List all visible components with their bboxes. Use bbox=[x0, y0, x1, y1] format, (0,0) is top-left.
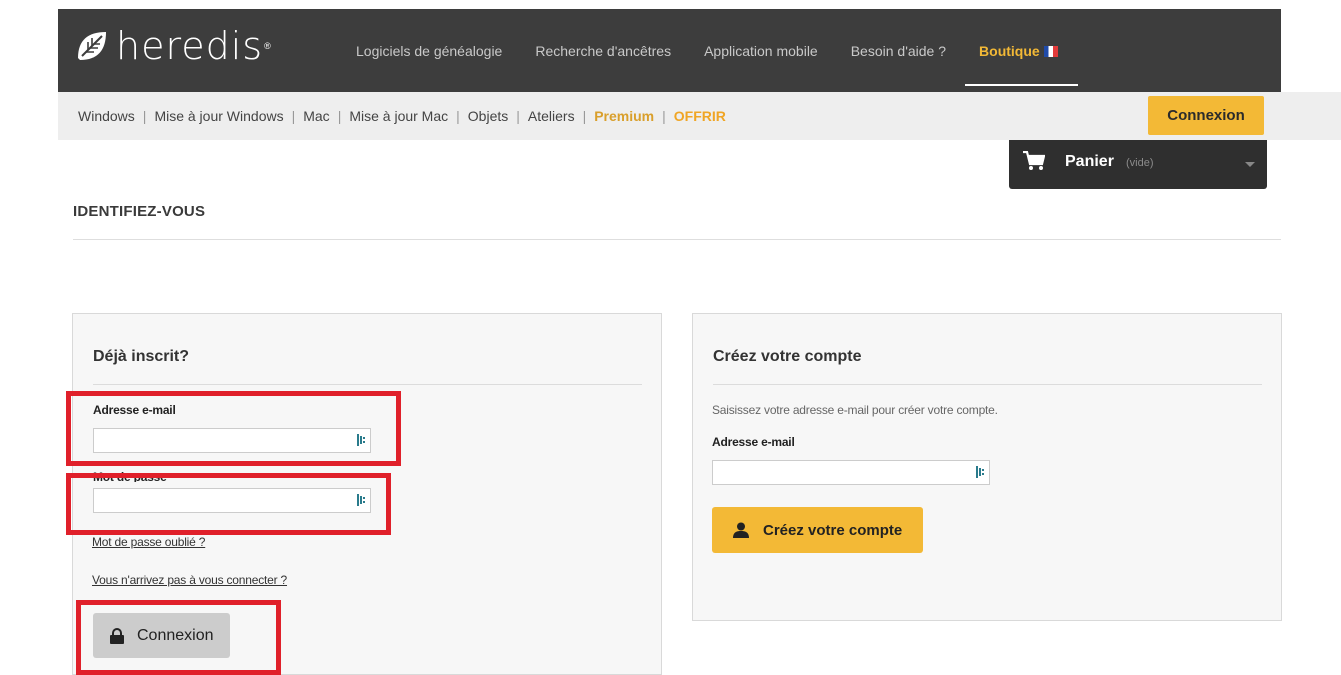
nav-aide[interactable]: Besoin d'aide ? bbox=[851, 43, 946, 59]
subnav-maj-windows[interactable]: Mise à jour Windows bbox=[154, 108, 283, 124]
login-panel-divider bbox=[93, 384, 642, 385]
register-panel-divider bbox=[713, 384, 1262, 385]
forgot-password-link[interactable]: Mot de passe oublié ? bbox=[92, 535, 205, 549]
leaf-logo-icon bbox=[78, 32, 106, 60]
nav-boutique[interactable]: Boutique bbox=[965, 42, 1078, 86]
subnav-objets[interactable]: Objets bbox=[468, 108, 508, 124]
create-account-label: Créez votre compte bbox=[763, 521, 903, 539]
email-highlight-box bbox=[66, 391, 401, 466]
main-nav: Logiciels de généalogie Recherche d'ancê… bbox=[356, 9, 1091, 92]
subnav-premium[interactable]: Premium bbox=[594, 108, 654, 124]
shopping-cart-icon bbox=[1023, 151, 1045, 170]
heredis-logo[interactable]: heredis ® bbox=[74, 25, 271, 67]
nav-recherche[interactable]: Recherche d'ancêtres bbox=[535, 43, 671, 59]
nav-boutique-label: Boutique bbox=[979, 42, 1040, 59]
active-nav-underline bbox=[965, 83, 1078, 86]
password-highlight-box bbox=[66, 473, 391, 535]
login-panel-title: Déjà inscrit? bbox=[93, 348, 190, 365]
heading-divider bbox=[73, 239, 1281, 240]
logo-wordmark: heredis bbox=[116, 24, 264, 68]
subnav-mac[interactable]: Mac bbox=[303, 108, 329, 124]
register-email-input[interactable] bbox=[712, 460, 990, 485]
cart-state: (vide) bbox=[1126, 157, 1154, 169]
cart-label: Panier bbox=[1065, 153, 1114, 170]
subnav-ateliers[interactable]: Ateliers bbox=[528, 108, 575, 124]
shop-subnav: Windows | Mise à jour Windows | Mac | Mi… bbox=[78, 92, 726, 140]
nav-logiciels[interactable]: Logiciels de généalogie bbox=[356, 43, 502, 59]
subnav-maj-mac[interactable]: Mise à jour Mac bbox=[349, 108, 448, 124]
french-flag-icon bbox=[1043, 45, 1058, 57]
subnav-separator: | bbox=[291, 108, 296, 124]
subnav-offrir[interactable]: OFFRIR bbox=[674, 108, 726, 124]
register-email-label: Adresse e-mail bbox=[712, 435, 795, 449]
user-icon bbox=[733, 522, 749, 538]
login-button-highlight-box bbox=[76, 600, 281, 675]
subnav-separator: | bbox=[456, 108, 460, 124]
subnav-windows[interactable]: Windows bbox=[78, 108, 135, 124]
create-account-button[interactable]: Créez votre compte bbox=[712, 507, 923, 553]
subnav-separator: | bbox=[662, 108, 666, 124]
cannot-login-link[interactable]: Vous n'arrivez pas à vous connecter ? bbox=[92, 573, 287, 587]
cart-dropdown[interactable]: Panier (vide) bbox=[1009, 140, 1267, 189]
subnav-separator: | bbox=[582, 108, 587, 124]
subnav-separator: | bbox=[516, 108, 520, 124]
password-manager-icon bbox=[976, 466, 984, 478]
caret-down-icon bbox=[1245, 162, 1255, 167]
subnav-separator: | bbox=[337, 108, 342, 124]
register-panel-title: Créez votre compte bbox=[713, 348, 862, 365]
registered-mark: ® bbox=[264, 41, 271, 51]
nav-application[interactable]: Application mobile bbox=[704, 43, 818, 59]
top-header: heredis ® Logiciels de généalogie Recher… bbox=[58, 9, 1281, 92]
register-hint: Saisissez votre adresse e-mail pour crée… bbox=[712, 403, 998, 417]
header-login-button[interactable]: Connexion bbox=[1148, 96, 1264, 135]
register-panel: Créez votre compte Saisissez votre adres… bbox=[692, 313, 1282, 621]
page-title: IDENTIFIEZ-VOUS bbox=[73, 203, 206, 220]
subnav-separator: | bbox=[142, 108, 147, 124]
